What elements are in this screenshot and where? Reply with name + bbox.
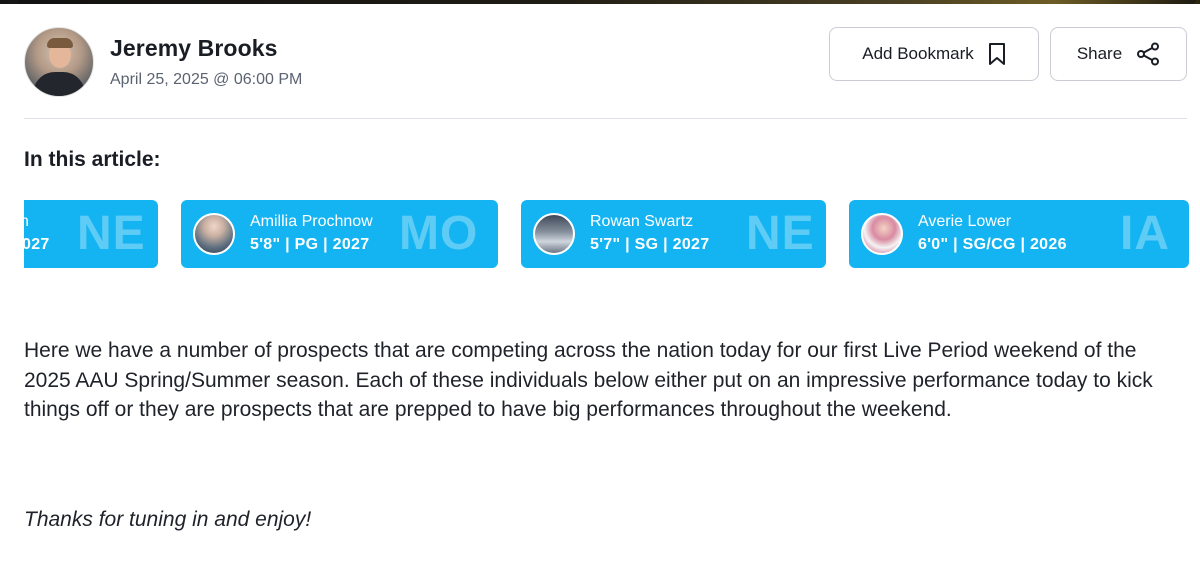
closing-line: Thanks for tuning in and enjoy!: [24, 508, 312, 531]
player-name: n: [24, 213, 29, 230]
player-name: Averie Lower: [918, 213, 1012, 230]
player-state: NE: [746, 207, 815, 260]
player-name: Rowan Swartz: [590, 213, 694, 230]
player-meta: 027: [24, 236, 50, 253]
avatar[interactable]: [24, 27, 94, 97]
player-photo: [193, 213, 235, 255]
avatar-hair: [47, 38, 73, 48]
bookmark-button-label: Add Bookmark: [862, 44, 974, 63]
player-state: IA: [1120, 207, 1170, 260]
player-meta: 6'0" | SG/CG | 2026: [918, 236, 1067, 253]
share-icon: [1136, 42, 1160, 66]
author-block: Jeremy Brooks April 25, 2025 @ 06:00 PM: [24, 27, 302, 97]
article-paragraph: Here we have a number of prospects that …: [24, 339, 1153, 421]
add-bookmark-button[interactable]: Add Bookmark: [829, 27, 1039, 81]
bookmark-icon: [988, 42, 1006, 66]
player-name: Amillia Prochnow: [250, 213, 373, 230]
player-state: MO: [399, 207, 479, 260]
player-meta: 5'7" | SG | 2027: [590, 236, 710, 253]
player-card[interactable]: Rowan Swartz 5'7" | SG | 2027 NE: [521, 200, 826, 268]
player-card[interactable]: Averie Lower 6'0" | SG/CG | 2026 IA: [849, 200, 1189, 268]
avatar-shirt: [33, 72, 85, 96]
player-photo: [533, 213, 575, 255]
hero-image-bottom: [18, 0, 1196, 4]
author-name[interactable]: Jeremy Brooks: [110, 35, 302, 62]
article-page: Jeremy Brooks April 25, 2025 @ 06:00 PM …: [0, 0, 1200, 561]
article-nav-title: In this article:: [24, 148, 161, 171]
publish-date: April 25, 2025 @ 06:00 PM: [110, 71, 303, 88]
author-info: Jeremy Brooks April 25, 2025 @ 06:00 PM: [110, 35, 302, 89]
player-state: NE: [77, 207, 146, 260]
share-button[interactable]: Share: [1050, 27, 1187, 81]
share-button-label: Share: [1076, 44, 1123, 63]
player-card[interactable]: n 027 NE: [24, 200, 158, 268]
player-photo: [861, 213, 903, 255]
header-divider: [24, 118, 1187, 119]
player-card[interactable]: Amillia Prochnow 5'8" | PG | 2027 MO: [181, 200, 498, 268]
player-meta: 5'8" | PG | 2027: [250, 236, 370, 253]
